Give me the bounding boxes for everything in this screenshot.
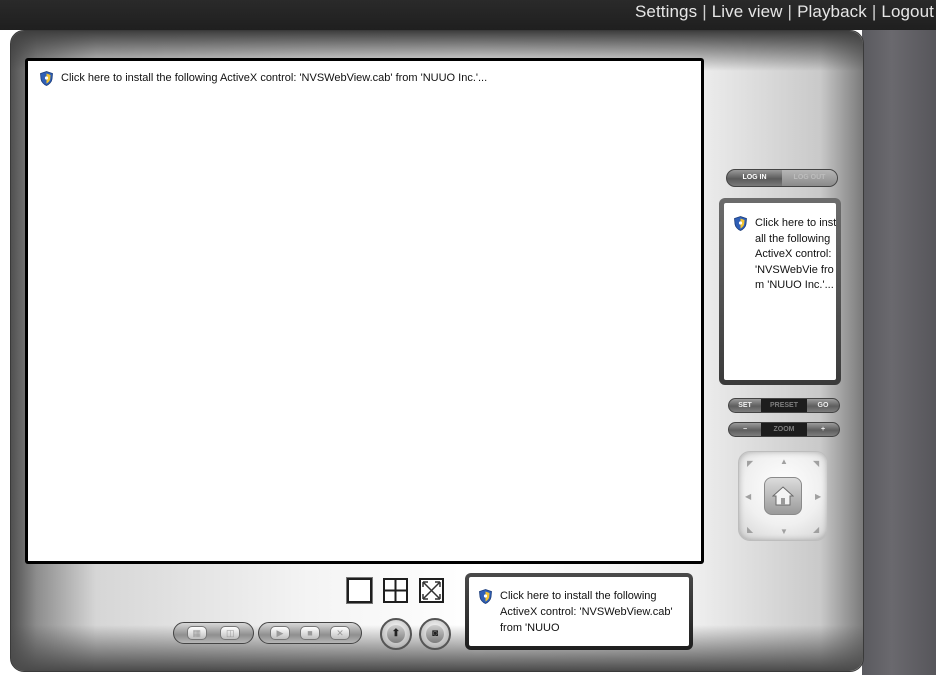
- view-mode-control: ▦ ◫: [173, 622, 254, 644]
- mini-activex-install-bar[interactable]: Click here to install the following Acti…: [734, 216, 836, 294]
- shield-icon: [734, 216, 747, 231]
- top-navigation: Settings | Live view | Playback | Logout: [635, 2, 934, 22]
- login-toggle: LOG IN LOG OUT: [726, 169, 838, 187]
- ptz-control-pad: ◤ ▲ ◥ ◀ ▶ ◣ ▼ ◢: [738, 451, 828, 541]
- nav-separator: |: [702, 2, 707, 21]
- mini-preview-area: Click here to install the following Acti…: [724, 203, 836, 380]
- view-mode-1x1-button[interactable]: ▦: [186, 626, 207, 640]
- status-view-area: Click here to install the following Acti…: [469, 577, 689, 646]
- layout-single-button[interactable]: [347, 578, 372, 603]
- fullscreen-icon: [422, 581, 441, 600]
- close-button[interactable]: ✕: [330, 626, 350, 640]
- ptz-right-arrow-icon[interactable]: ▶: [815, 493, 821, 501]
- ptz-down-left-arrow-icon[interactable]: ◣: [747, 526, 753, 534]
- nav-settings-link[interactable]: Settings: [635, 2, 697, 21]
- ptz-up-right-arrow-icon[interactable]: ◥: [813, 460, 819, 468]
- quad-view-icon: [385, 580, 406, 601]
- preset-label[interactable]: PRESET: [761, 399, 807, 412]
- single-view-icon: [349, 580, 370, 601]
- ptz-left-arrow-icon[interactable]: ◀: [745, 493, 751, 501]
- zoom-in-button[interactable]: +: [807, 423, 839, 436]
- layout-fullscreen-button[interactable]: [419, 578, 444, 603]
- view-mode-1x4-button[interactable]: ◫: [220, 626, 241, 640]
- play-button[interactable]: ▶: [270, 626, 290, 640]
- zoom-control: − ZOOM +: [728, 422, 840, 437]
- home-icon: [772, 486, 794, 506]
- status-activex-install-text: Click here to install the following Acti…: [500, 590, 673, 634]
- activex-install-bar[interactable]: Click here to install the following Acti…: [40, 71, 487, 86]
- stop-button[interactable]: ■: [300, 626, 320, 640]
- preset-control: SET PRESET GO: [728, 398, 840, 413]
- nav-separator: |: [871, 2, 877, 21]
- main-video-area: Click here to install the following Acti…: [28, 61, 701, 561]
- main-video-frame: Click here to install the following Acti…: [25, 58, 704, 564]
- status-view-frame: Click here to install the following Acti…: [465, 573, 693, 650]
- status-activex-install-bar[interactable]: Click here to install the following Acti…: [479, 589, 679, 637]
- zoom-out-button[interactable]: −: [729, 423, 761, 436]
- save-icon: ⬆: [387, 625, 405, 643]
- nav-logout-link[interactable]: Logout: [881, 2, 934, 21]
- right-side-strip: [862, 30, 936, 675]
- layout-quad-button[interactable]: [383, 578, 408, 603]
- preset-go-button[interactable]: GO: [807, 399, 839, 412]
- close-icon: ✕: [336, 628, 344, 638]
- grid-icon: ▦: [192, 628, 201, 638]
- shield-icon: [479, 589, 492, 604]
- snapshot-button[interactable]: ◙: [419, 618, 451, 650]
- nav-separator: |: [787, 2, 793, 21]
- play-icon: ▶: [276, 628, 284, 638]
- camera-icon: ◙: [426, 625, 444, 643]
- nav-playback-link[interactable]: Playback: [797, 2, 867, 21]
- ptz-down-right-arrow-icon[interactable]: ◢: [813, 526, 819, 534]
- save-button[interactable]: ⬆: [380, 618, 412, 650]
- mini-activex-install-text: Click here to install the following Acti…: [755, 217, 836, 292]
- preset-set-button[interactable]: SET: [729, 399, 761, 412]
- nav-live-view-link[interactable]: Live view: [712, 2, 783, 21]
- zoom-label: ZOOM: [761, 423, 807, 436]
- login-button[interactable]: LOG IN: [727, 170, 782, 186]
- activex-install-text: Click here to install the following Acti…: [61, 72, 488, 84]
- playback-control: ▶ ■ ✕: [258, 622, 362, 644]
- ptz-down-arrow-icon[interactable]: ▼: [780, 528, 788, 536]
- ptz-up-arrow-icon[interactable]: ▲: [780, 458, 788, 466]
- shield-icon: [40, 71, 53, 86]
- ptz-up-left-arrow-icon[interactable]: ◤: [747, 460, 753, 468]
- camera-select-icon: ◫: [225, 628, 235, 638]
- mini-preview-frame: Click here to install the following Acti…: [719, 198, 841, 385]
- stop-icon: ■: [307, 628, 313, 638]
- logout-button[interactable]: LOG OUT: [782, 170, 837, 186]
- ptz-home-button[interactable]: [764, 477, 802, 515]
